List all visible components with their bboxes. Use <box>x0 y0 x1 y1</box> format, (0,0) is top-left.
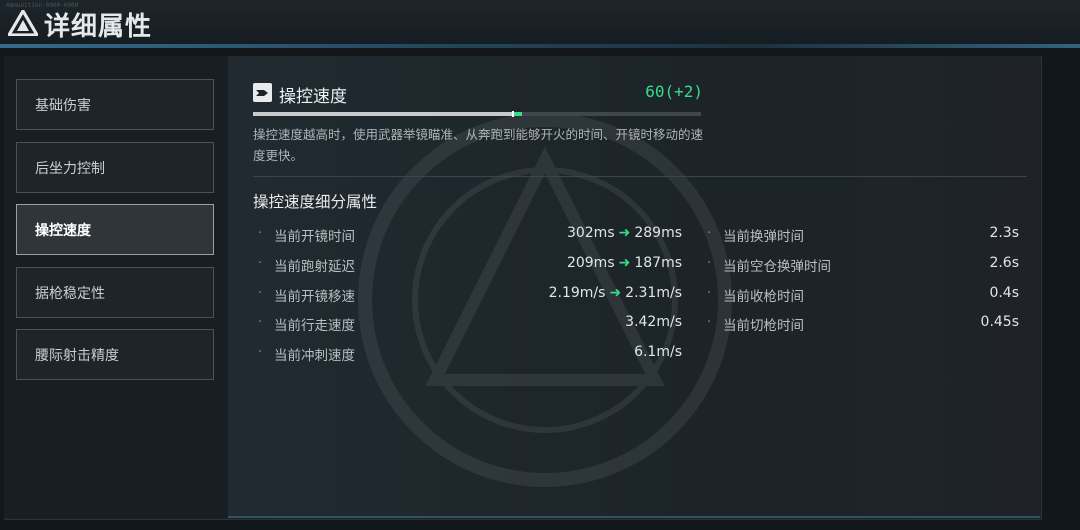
sidebar-item-label: 操控速度 <box>35 222 91 239</box>
stat-value: 60(+2) <box>645 82 703 101</box>
sidebar-item-handling-speed[interactable]: 操控速度 <box>16 204 214 255</box>
detail-row-empty-reload-time: · 当前空仓换弹时间 2.6s <box>707 255 1019 277</box>
sidebar-item-label: 腰际射击精度 <box>35 347 119 364</box>
detail-value: 6.1m/s <box>634 344 682 360</box>
header-divider <box>0 44 1080 48</box>
detail-row-swap-time: · 当前切枪时间 0.45s <box>707 314 1019 336</box>
value-to: 2.31m/s <box>625 285 682 301</box>
page-title: 详细属性 <box>44 12 153 42</box>
stat-description: 操控速度越高时，使用武器举镜瞄准、从奔跑到能够开火的时间、开镜时移动的速度更快。 <box>253 127 704 163</box>
bottom-accent-line <box>228 516 1040 518</box>
detail-label: 当前开镜移速 <box>274 289 355 305</box>
detail-label: 当前行走速度 <box>274 318 355 334</box>
detail-value: 0.4s <box>989 285 1019 301</box>
sidebar-item-label: 据枪稳定性 <box>35 285 105 302</box>
bullet: · <box>258 255 263 271</box>
section-divider <box>253 176 1027 177</box>
detail-row-walk-speed: · 当前行走速度 3.42m/s <box>258 314 682 336</box>
stat-bar-bonus <box>512 112 522 116</box>
triangle-logo-icon <box>8 10 38 36</box>
stat-progress-bar <box>253 111 701 117</box>
detail-label: 当前空仓换弹时间 <box>723 259 831 275</box>
bullet: · <box>707 314 712 330</box>
detail-value: 3.42m/s <box>625 314 682 330</box>
detail-row-sprint-fire-delay: · 当前跑射延迟 209ms ➜ 187ms <box>258 255 682 277</box>
detail-row-ads-move-speed: · 当前开镜移速 2.19m/s ➜ 2.31m/s <box>258 285 682 307</box>
bullet: · <box>258 285 263 301</box>
detail-row-sprint-speed: · 当前冲刺速度 6.1m/s <box>258 344 682 366</box>
arrow-right-icon: ➜ <box>609 285 622 301</box>
details-title: 操控速度细分属性 <box>253 193 378 211</box>
sidebar-item-recoil-control[interactable]: 后坐力控制 <box>16 142 214 193</box>
detail-value: 2.6s <box>989 255 1019 271</box>
detail-value: 0.45s <box>980 314 1019 330</box>
detail-label: 当前冲刺速度 <box>274 348 355 364</box>
stat-name: 操控速度 <box>279 87 347 107</box>
detail-row-ads-time: · 当前开镜时间 302ms ➜ 289ms <box>258 225 682 247</box>
arrow-right-icon: ➜ <box>618 225 631 241</box>
bullet: · <box>707 255 712 271</box>
detail-label: 当前换弹时间 <box>723 229 804 245</box>
value-from: 302ms <box>566 225 615 241</box>
value-from: 2.19m/s <box>548 285 606 301</box>
sidebar-item-label: 后坐力控制 <box>35 160 105 177</box>
detail-label: 当前收枪时间 <box>723 289 804 305</box>
arrow-right-icon: ➜ <box>618 255 631 271</box>
sidebar-item-label: 基础伤害 <box>35 97 91 114</box>
header-bar: Ammunition-0000-0000 详细属性 <box>0 0 1080 44</box>
value-to: 187ms <box>634 255 682 271</box>
detail-label: 当前切枪时间 <box>723 318 804 334</box>
value-to: 289ms <box>634 225 682 241</box>
bullet: · <box>707 225 712 241</box>
detail-row-holster-time: · 当前收枪时间 0.4s <box>707 285 1019 307</box>
bullet: · <box>258 225 263 241</box>
detail-row-reload-time: · 当前换弹时间 2.3s <box>707 225 1019 247</box>
detail-value: 2.19m/s ➜ 2.31m/s <box>549 285 682 301</box>
sidebar-item-hipfire-accuracy[interactable]: 腰际射击精度 <box>16 329 214 380</box>
detail-value: 209ms ➜ 187ms <box>567 255 682 271</box>
stat-bar-marker <box>511 111 514 117</box>
detail-value: 302ms ➜ 289ms <box>567 225 682 241</box>
detail-label: 当前跑射延迟 <box>274 259 355 275</box>
bullet: · <box>258 314 263 330</box>
stat-bar-fill <box>253 112 513 116</box>
detail-label: 当前开镜时间 <box>274 229 355 245</box>
stat-header: 操控速度 60(+2) <box>253 82 703 107</box>
sidebar-item-aim-stability[interactable]: 据枪稳定性 <box>16 267 214 318</box>
handling-icon <box>253 83 272 102</box>
detail-value: 2.3s <box>989 225 1019 241</box>
bullet: · <box>707 285 712 301</box>
value-from: 209ms <box>566 255 615 271</box>
sidebar-item-basic-damage[interactable]: 基础伤害 <box>16 79 214 130</box>
bullet: · <box>258 344 263 360</box>
